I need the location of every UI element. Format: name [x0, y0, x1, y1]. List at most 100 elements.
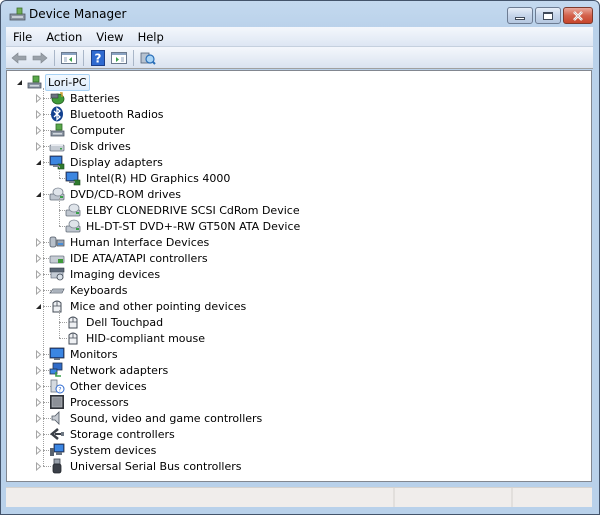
- collapsed-triangle-icon: [36, 366, 42, 375]
- tree-category[interactable]: Universal Serial Bus controllers: [49, 458, 243, 474]
- category-expander[interactable]: [34, 110, 43, 119]
- tree-connector: [59, 198, 60, 226]
- device-manager-icon: [9, 7, 26, 21]
- battery-icon: [50, 92, 65, 105]
- usb-icon: [52, 458, 62, 474]
- category-label: DVD/CD-ROM drives: [70, 187, 181, 201]
- tree-category[interactable]: Computer: [49, 122, 127, 138]
- tree-connector: [59, 310, 60, 338]
- tree-category[interactable]: Disk drives: [49, 138, 133, 154]
- category-label: Storage controllers: [70, 427, 175, 441]
- computer-icon: [27, 75, 42, 89]
- menu-view[interactable]: View: [89, 30, 130, 44]
- toolbar-separator: [133, 49, 134, 66]
- tree-category[interactable]: System devices: [49, 442, 158, 458]
- tree-device[interactable]: HID-compliant mouse: [65, 330, 207, 346]
- category-expander[interactable]: [34, 382, 43, 391]
- category-expander[interactable]: [34, 430, 43, 439]
- collapsed-triangle-icon: [36, 430, 42, 439]
- tree-category[interactable]: IDE ATA/ATAPI controllers: [49, 250, 210, 266]
- category-expander[interactable]: [34, 446, 43, 455]
- help-button[interactable]: ?: [89, 49, 107, 67]
- back-button[interactable]: [10, 49, 28, 67]
- tree-category[interactable]: Mice and other pointing devices: [49, 298, 248, 314]
- minimize-button[interactable]: [507, 7, 533, 24]
- category-expander[interactable]: [34, 414, 43, 423]
- category-label: Computer: [70, 123, 125, 137]
- collapsed-triangle-icon: [36, 270, 42, 279]
- category-label: Mice and other pointing devices: [70, 299, 247, 313]
- category-label: Imaging devices: [70, 267, 161, 281]
- category-expander[interactable]: [34, 286, 43, 295]
- action-pane-icon: [111, 51, 127, 64]
- mouse-icon: [52, 300, 62, 313]
- tree-category[interactable]: Monitors: [49, 346, 120, 362]
- tree-category[interactable]: Processors: [49, 394, 131, 410]
- menu-action[interactable]: Action: [39, 30, 89, 44]
- tree-category[interactable]: Sound, video and game controllers: [49, 410, 264, 426]
- dvd-drive-icon: [65, 219, 81, 233]
- category-expander[interactable]: [34, 126, 43, 135]
- tree-category[interactable]: DVD/CD-ROM drives: [49, 186, 183, 202]
- title-bar[interactable]: Device Manager: [1, 1, 599, 27]
- collapsed-triangle-icon: [36, 286, 42, 295]
- category-expander[interactable]: [34, 366, 43, 375]
- maximize-button[interactable]: [535, 7, 561, 24]
- tree-device[interactable]: Dell Touchpad: [65, 314, 165, 330]
- display-adapter-icon: [49, 155, 65, 170]
- category-expander[interactable]: [34, 270, 43, 279]
- tree-connector: [59, 166, 60, 178]
- device-label: HID-compliant mouse: [86, 331, 205, 345]
- show-hide-console-tree-button[interactable]: [60, 49, 78, 67]
- speaker-icon: [51, 411, 60, 425]
- imaging-device-icon: [49, 267, 65, 281]
- tree-category[interactable]: Batteries: [49, 90, 122, 106]
- category-label: Monitors: [70, 347, 118, 361]
- category-label: IDE ATA/ATAPI controllers: [70, 251, 208, 265]
- category-expander[interactable]: [34, 238, 43, 247]
- dvd-drive-icon: [65, 203, 81, 217]
- tree-category[interactable]: Storage controllers: [49, 426, 177, 442]
- tree-category[interactable]: Display adapters: [49, 154, 165, 170]
- tree-device[interactable]: ELBY CLONEDRIVE SCSI CdRom Device: [65, 202, 302, 218]
- tree-device[interactable]: HL-DT-ST DVD+-RW GT50N ATA Device: [65, 218, 302, 234]
- status-pane: [6, 488, 395, 507]
- toolbar-separator: [54, 49, 55, 66]
- tree-category[interactable]: Human Interface Devices: [49, 234, 211, 250]
- device-label: HL-DT-ST DVD+-RW GT50N ATA Device: [86, 219, 301, 233]
- mouse-icon: [68, 332, 78, 345]
- monitor-icon: [49, 347, 65, 360]
- category-expander[interactable]: [34, 398, 43, 407]
- category-expander[interactable]: [34, 142, 43, 151]
- close-icon: [573, 10, 583, 21]
- close-button[interactable]: [563, 7, 593, 24]
- status-pane: [513, 488, 592, 507]
- category-expander[interactable]: [34, 350, 43, 359]
- forward-button[interactable]: [31, 49, 49, 67]
- scan-hardware-button[interactable]: [139, 49, 157, 67]
- category-expander[interactable]: [34, 190, 43, 199]
- category-expander[interactable]: [34, 302, 43, 311]
- menu-file[interactable]: File: [6, 30, 39, 44]
- tree-category[interactable]: ? Other devices: [49, 378, 149, 394]
- tree-category[interactable]: Keyboards: [49, 282, 129, 298]
- show-hide-action-pane-button[interactable]: [110, 49, 128, 67]
- category-expander[interactable]: [34, 254, 43, 263]
- root-expander[interactable]: [15, 78, 24, 87]
- tree-root[interactable]: Lori-PC: [26, 73, 90, 91]
- hid-icon: [49, 236, 65, 248]
- category-expander[interactable]: [34, 94, 43, 103]
- tree-category[interactable]: Network adapters: [49, 362, 170, 378]
- category-expander[interactable]: [34, 462, 43, 471]
- arrow-right-icon: [32, 51, 48, 64]
- device-label: Dell Touchpad: [86, 315, 164, 329]
- tree-category[interactable]: Bluetooth Radios: [49, 106, 166, 122]
- category-expander[interactable]: [34, 158, 43, 167]
- device-tree[interactable]: Lori-PC Batteries Bluetooth Radios Computer…: [6, 70, 592, 482]
- svg-text:?: ?: [58, 387, 61, 394]
- tree-device[interactable]: Intel(R) HD Graphics 4000: [65, 170, 232, 186]
- collapsed-triangle-icon: [36, 126, 42, 135]
- menu-help[interactable]: Help: [131, 30, 171, 44]
- tree-category[interactable]: Imaging devices: [49, 266, 162, 282]
- device-label: ELBY CLONEDRIVE SCSI CdRom Device: [86, 203, 300, 217]
